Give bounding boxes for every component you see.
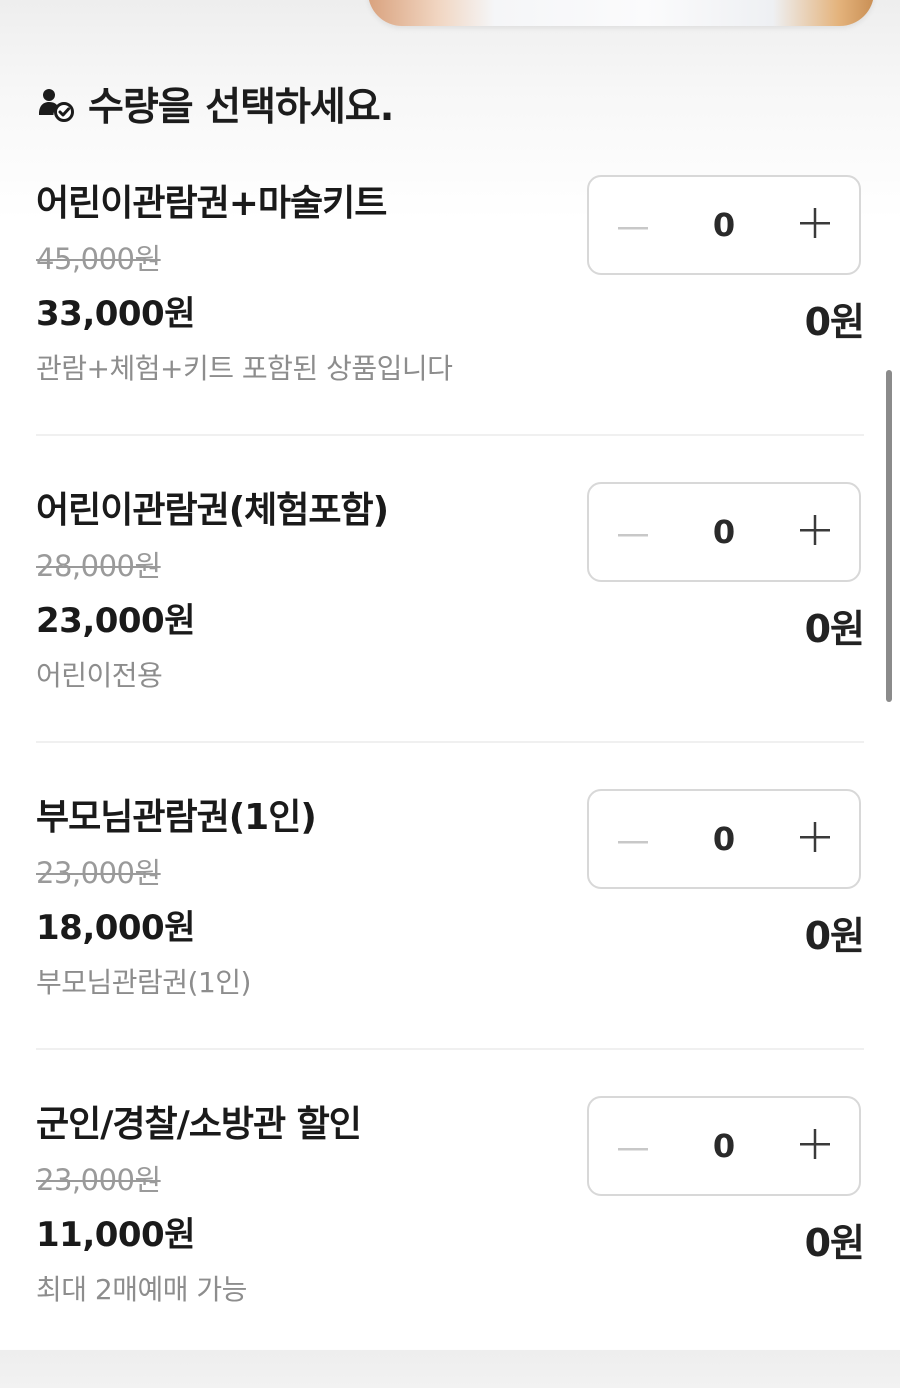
- quantity-value: 0: [712, 1127, 736, 1165]
- product-note: 부모님관람권(1인): [36, 966, 251, 999]
- quantity-stepper: 0: [587, 789, 861, 889]
- divider: [36, 434, 864, 436]
- decrement-button[interactable]: [589, 791, 677, 887]
- scrollbar-thumb[interactable]: [886, 370, 892, 702]
- line-total: 0원: [804, 607, 865, 651]
- original-price: 23,000원: [36, 1163, 161, 1197]
- quantity-value: 0: [712, 513, 736, 551]
- product-item: 어린이관람권(체험포함) 28,000원 23,000원 어린이전용 0 0원: [36, 467, 865, 774]
- decrement-button[interactable]: [589, 177, 677, 273]
- original-price: 45,000원: [36, 242, 161, 276]
- quantity-stepper: 0: [587, 482, 861, 582]
- divider: [36, 1048, 864, 1050]
- increment-button[interactable]: [771, 791, 859, 887]
- product-name: 부모님관람권(1인): [36, 797, 317, 838]
- minus-icon: [618, 216, 648, 235]
- product-note: 어린이전용: [36, 659, 163, 692]
- increment-button[interactable]: [771, 484, 859, 580]
- plus-icon: [799, 822, 830, 856]
- increment-button[interactable]: [771, 1098, 859, 1194]
- sale-price: 23,000원: [36, 601, 195, 641]
- decrement-button[interactable]: [589, 484, 677, 580]
- product-name: 군인/경찰/소방관 할인: [36, 1104, 362, 1145]
- plus-icon: [799, 515, 830, 549]
- quantity-section-header: 수량을 선택하세요.: [36, 76, 394, 132]
- sale-price: 11,000원: [36, 1215, 195, 1255]
- quantity-value: 0: [712, 820, 736, 858]
- sale-price: 18,000원: [36, 908, 195, 948]
- quantity-stepper: 0: [587, 1096, 861, 1196]
- minus-icon: [618, 523, 648, 542]
- minus-icon: [618, 1137, 648, 1156]
- product-item: 어린이관람권+마술키트 45,000원 33,000원 관람+체험+키트 포함된…: [36, 160, 865, 467]
- original-price: 28,000원: [36, 549, 161, 583]
- product-hero-image: [368, 0, 874, 26]
- product-note: 최대 2매예매 가능: [36, 1273, 247, 1306]
- product-item: 군인/경찰/소방관 할인 23,000원 11,000원 최대 2매예매 가능 …: [36, 1081, 865, 1388]
- minus-icon: [618, 830, 648, 849]
- plus-icon: [799, 208, 830, 242]
- original-price: 23,000원: [36, 856, 161, 890]
- product-name: 어린이관람권(체험포함): [36, 490, 389, 531]
- product-list: 어린이관람권+마술키트 45,000원 33,000원 관람+체험+키트 포함된…: [36, 160, 865, 1388]
- product-name: 어린이관람권+마술키트: [36, 183, 387, 224]
- line-total: 0원: [804, 914, 865, 958]
- sale-price: 33,000원: [36, 294, 195, 334]
- section-title: 수량을 선택하세요.: [88, 85, 394, 130]
- product-note: 관람+체험+키트 포함된 상품입니다: [36, 352, 453, 385]
- decrement-button[interactable]: [589, 1098, 677, 1194]
- plus-icon: [799, 1129, 830, 1163]
- line-total: 0원: [804, 1221, 865, 1265]
- line-total: 0원: [804, 300, 865, 344]
- divider: [36, 741, 864, 743]
- increment-button[interactable]: [771, 177, 859, 273]
- person-check-icon: [36, 84, 76, 124]
- quantity-value: 0: [712, 206, 736, 244]
- quantity-stepper: 0: [587, 175, 861, 275]
- product-item: 부모님관람권(1인) 23,000원 18,000원 부모님관람권(1인) 0 …: [36, 774, 865, 1081]
